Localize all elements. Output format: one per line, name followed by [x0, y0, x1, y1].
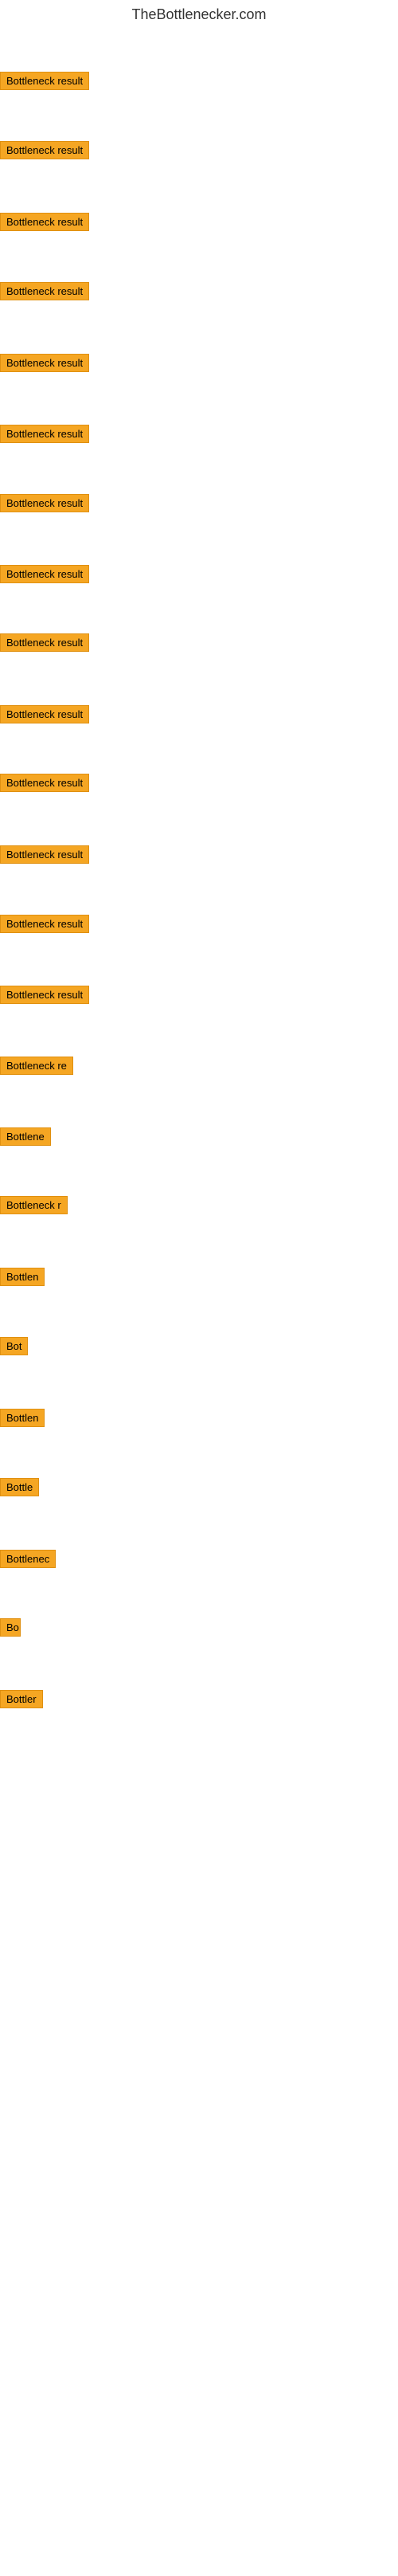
- bottleneck-badge: Bottleneck re: [0, 1057, 73, 1075]
- bottleneck-badge: Bottleneck result: [0, 565, 89, 583]
- bottleneck-result-item[interactable]: Bottleneck result: [0, 845, 89, 868]
- bottleneck-result-item[interactable]: Bottleneck result: [0, 72, 89, 94]
- bottleneck-badge: Bo: [0, 1618, 21, 1637]
- bottleneck-result-item[interactable]: Bottle: [0, 1478, 39, 1500]
- bottleneck-result-item[interactable]: Bo: [0, 1618, 21, 1641]
- bottleneck-result-item[interactable]: Bottleneck re: [0, 1057, 73, 1079]
- bottleneck-badge: Bottleneck result: [0, 915, 89, 933]
- bottleneck-badge: Bottlen: [0, 1268, 45, 1286]
- bottleneck-badge: Bottleneck result: [0, 774, 89, 792]
- bottleneck-badge: Bottlene: [0, 1127, 51, 1146]
- bottleneck-result-item[interactable]: Bottleneck r: [0, 1196, 68, 1218]
- bottleneck-badge: Bottleneck result: [0, 633, 89, 652]
- bottleneck-badge: Bottler: [0, 1690, 43, 1708]
- bottleneck-result-item[interactable]: Bottleneck result: [0, 213, 89, 235]
- bottleneck-result-item[interactable]: Bottleneck result: [0, 915, 89, 937]
- bottleneck-result-item[interactable]: Bot: [0, 1337, 28, 1359]
- bottleneck-badge: Bottleneck result: [0, 494, 89, 512]
- bottleneck-result-item[interactable]: Bottlen: [0, 1268, 45, 1290]
- bottleneck-badge: Bot: [0, 1337, 28, 1355]
- bottleneck-badge: Bottleneck result: [0, 425, 89, 443]
- bottleneck-result-item[interactable]: Bottleneck result: [0, 494, 89, 516]
- bottleneck-result-item[interactable]: Bottleneck result: [0, 633, 89, 656]
- bottleneck-badge: Bottleneck r: [0, 1196, 68, 1214]
- bottleneck-badge: Bottleneck result: [0, 354, 89, 372]
- bottleneck-result-item[interactable]: Bottlene: [0, 1127, 51, 1150]
- bottleneck-badge: Bottleneck result: [0, 72, 89, 90]
- bottleneck-badge: Bottleneck result: [0, 141, 89, 159]
- bottleneck-result-item[interactable]: Bottler: [0, 1690, 43, 1712]
- bottleneck-result-item[interactable]: Bottleneck result: [0, 141, 89, 163]
- bottleneck-result-item[interactable]: Bottleneck result: [0, 282, 89, 304]
- bottleneck-result-item[interactable]: Bottleneck result: [0, 565, 89, 587]
- bottleneck-result-item[interactable]: Bottleneck result: [0, 354, 89, 376]
- bottleneck-badge: Bottleneck result: [0, 986, 89, 1004]
- bottleneck-badge: Bottleneck result: [0, 705, 89, 723]
- bottleneck-badge: Bottleneck result: [0, 282, 89, 300]
- bottleneck-badge: Bottleneck result: [0, 213, 89, 231]
- bottleneck-badge: Bottleneck result: [0, 845, 89, 864]
- bottleneck-result-item[interactable]: Bottleneck result: [0, 774, 89, 796]
- bottleneck-result-item[interactable]: Bottlenec: [0, 1550, 56, 1572]
- bottleneck-result-item[interactable]: Bottlen: [0, 1409, 45, 1431]
- bottleneck-result-item[interactable]: Bottleneck result: [0, 425, 89, 447]
- bottleneck-result-item[interactable]: Bottleneck result: [0, 705, 89, 727]
- bottleneck-badge: Bottle: [0, 1478, 39, 1496]
- site-title: TheBottlenecker.com: [0, 0, 398, 26]
- bottleneck-badge: Bottlenec: [0, 1550, 56, 1568]
- bottleneck-badge: Bottlen: [0, 1409, 45, 1427]
- bottleneck-result-item[interactable]: Bottleneck result: [0, 986, 89, 1008]
